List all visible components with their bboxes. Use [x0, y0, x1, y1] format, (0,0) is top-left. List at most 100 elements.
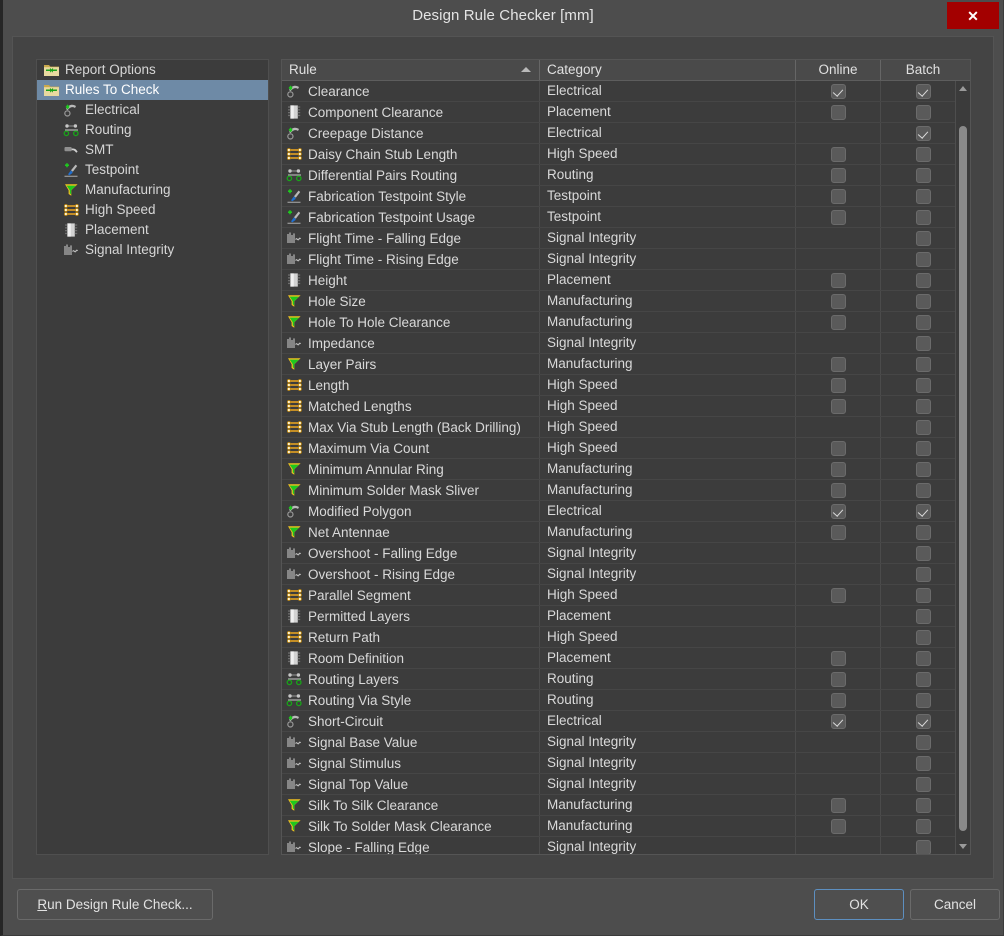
online-checkbox[interactable]: [830, 104, 846, 120]
online-checkbox[interactable]: [830, 713, 846, 729]
batch-checkbox[interactable]: [915, 839, 931, 854]
table-row[interactable]: Signal Base Value Signal Integrity: [282, 732, 955, 753]
sidebar-item-manufacturing[interactable]: Manufacturing: [37, 180, 268, 200]
table-row[interactable]: Routing Via Style Routing: [282, 690, 955, 711]
sidebar-item-report-options[interactable]: Report Options: [37, 60, 268, 80]
cell-checkbox-batch[interactable]: [880, 564, 955, 584]
cell-checkbox-batch[interactable]: [880, 375, 955, 395]
table-row[interactable]: Minimum Annular Ring Manufacturing: [282, 459, 955, 480]
cell-checkbox-online[interactable]: [795, 480, 880, 500]
cell-checkbox-online[interactable]: [795, 165, 880, 185]
cell-checkbox-batch[interactable]: [880, 585, 955, 605]
batch-checkbox[interactable]: [915, 272, 931, 288]
batch-checkbox[interactable]: [915, 293, 931, 309]
ok-button[interactable]: OK: [814, 889, 904, 920]
batch-checkbox[interactable]: [915, 671, 931, 687]
cell-checkbox-online[interactable]: [795, 312, 880, 332]
cell-checkbox-online[interactable]: [795, 207, 880, 227]
cell-checkbox-batch[interactable]: [880, 627, 955, 647]
cell-checkbox-online[interactable]: [795, 585, 880, 605]
sidebar-item-placement[interactable]: Placement: [37, 220, 268, 240]
cell-checkbox-online[interactable]: [795, 186, 880, 206]
cell-checkbox-batch[interactable]: [880, 669, 955, 689]
batch-checkbox[interactable]: [915, 104, 931, 120]
batch-checkbox[interactable]: [915, 440, 931, 456]
table-row[interactable]: Hole Size Manufacturing: [282, 291, 955, 312]
online-checkbox[interactable]: [830, 482, 846, 498]
cell-checkbox-batch[interactable]: [880, 501, 955, 521]
cell-checkbox-batch[interactable]: [880, 396, 955, 416]
sidebar-item-signal-integrity[interactable]: Signal Integrity: [37, 240, 268, 260]
table-body[interactable]: Clearance Electrical Component Clearance Pl…: [282, 81, 955, 854]
batch-checkbox[interactable]: [915, 587, 931, 603]
cell-checkbox-batch[interactable]: [880, 144, 955, 164]
table-row[interactable]: Hole To Hole Clearance Manufacturing: [282, 312, 955, 333]
batch-checkbox[interactable]: [915, 419, 931, 435]
cell-checkbox-batch[interactable]: [880, 543, 955, 563]
cell-checkbox-online[interactable]: [795, 816, 880, 836]
online-checkbox[interactable]: [830, 167, 846, 183]
scroll-up-icon[interactable]: [956, 81, 970, 96]
batch-checkbox[interactable]: [915, 167, 931, 183]
cell-checkbox-batch[interactable]: [880, 102, 955, 122]
cell-checkbox-online[interactable]: [795, 795, 880, 815]
table-row[interactable]: Signal Stimulus Signal Integrity: [282, 753, 955, 774]
batch-checkbox[interactable]: [915, 818, 931, 834]
table-row[interactable]: Room Definition Placement: [282, 648, 955, 669]
batch-checkbox[interactable]: [915, 650, 931, 666]
cell-checkbox-batch[interactable]: [880, 522, 955, 542]
column-header-online[interactable]: Online: [795, 60, 880, 80]
table-row[interactable]: Silk To Silk Clearance Manufacturing: [282, 795, 955, 816]
cell-checkbox-online[interactable]: [795, 270, 880, 290]
cell-checkbox-batch[interactable]: [880, 795, 955, 815]
cell-checkbox-batch[interactable]: [880, 312, 955, 332]
batch-checkbox[interactable]: [915, 356, 931, 372]
cell-checkbox-online[interactable]: [795, 438, 880, 458]
table-row[interactable]: Clearance Electrical: [282, 81, 955, 102]
cell-checkbox-batch[interactable]: [880, 249, 955, 269]
online-checkbox[interactable]: [830, 650, 846, 666]
table-row[interactable]: Flight Time - Rising Edge Signal Integrit…: [282, 249, 955, 270]
table-row[interactable]: Return Path High Speed: [282, 627, 955, 648]
batch-checkbox[interactable]: [915, 566, 931, 582]
batch-checkbox[interactable]: [915, 734, 931, 750]
table-row[interactable]: Component Clearance Placement: [282, 102, 955, 123]
table-row[interactable]: Minimum Solder Mask Sliver Manufacturing: [282, 480, 955, 501]
batch-checkbox[interactable]: [915, 797, 931, 813]
batch-checkbox[interactable]: [915, 314, 931, 330]
cell-checkbox-batch[interactable]: [880, 123, 955, 143]
table-row[interactable]: Routing Layers Routing: [282, 669, 955, 690]
cell-checkbox-batch[interactable]: [880, 606, 955, 626]
cell-checkbox-batch[interactable]: [880, 438, 955, 458]
online-checkbox[interactable]: [830, 440, 846, 456]
batch-checkbox[interactable]: [915, 482, 931, 498]
column-header-category[interactable]: Category: [539, 60, 795, 80]
cell-checkbox-batch[interactable]: [880, 732, 955, 752]
cell-checkbox-batch[interactable]: [880, 270, 955, 290]
table-row[interactable]: Maximum Via Count High Speed: [282, 438, 955, 459]
scroll-down-icon[interactable]: [956, 839, 970, 854]
table-row[interactable]: Net Antennae Manufacturing: [282, 522, 955, 543]
table-row[interactable]: Modified Polygon Electrical: [282, 501, 955, 522]
batch-checkbox[interactable]: [915, 461, 931, 477]
online-checkbox[interactable]: [830, 188, 846, 204]
table-row[interactable]: Max Via Stub Length (Back Drilling) High …: [282, 417, 955, 438]
batch-checkbox[interactable]: [915, 713, 931, 729]
cell-checkbox-batch[interactable]: [880, 648, 955, 668]
sidebar-item-smt[interactable]: SMT: [37, 140, 268, 160]
table-row[interactable]: Daisy Chain Stub Length High Speed: [282, 144, 955, 165]
table-row[interactable]: Length High Speed: [282, 375, 955, 396]
table-row[interactable]: Permitted Layers Placement: [282, 606, 955, 627]
vertical-scrollbar[interactable]: [955, 81, 970, 854]
run-design-rule-check-button[interactable]: Run Design Rule Check...: [17, 889, 213, 920]
cell-checkbox-online[interactable]: [795, 522, 880, 542]
batch-checkbox[interactable]: [915, 251, 931, 267]
table-row[interactable]: Creepage Distance Electrical: [282, 123, 955, 144]
batch-checkbox[interactable]: [915, 146, 931, 162]
cell-checkbox-batch[interactable]: [880, 459, 955, 479]
online-checkbox[interactable]: [830, 272, 846, 288]
table-row[interactable]: Silk To Solder Mask Clearance Manufacturi…: [282, 816, 955, 837]
cell-checkbox-online[interactable]: [795, 396, 880, 416]
table-row[interactable]: Overshoot - Rising Edge Signal Integrity: [282, 564, 955, 585]
online-checkbox[interactable]: [830, 587, 846, 603]
